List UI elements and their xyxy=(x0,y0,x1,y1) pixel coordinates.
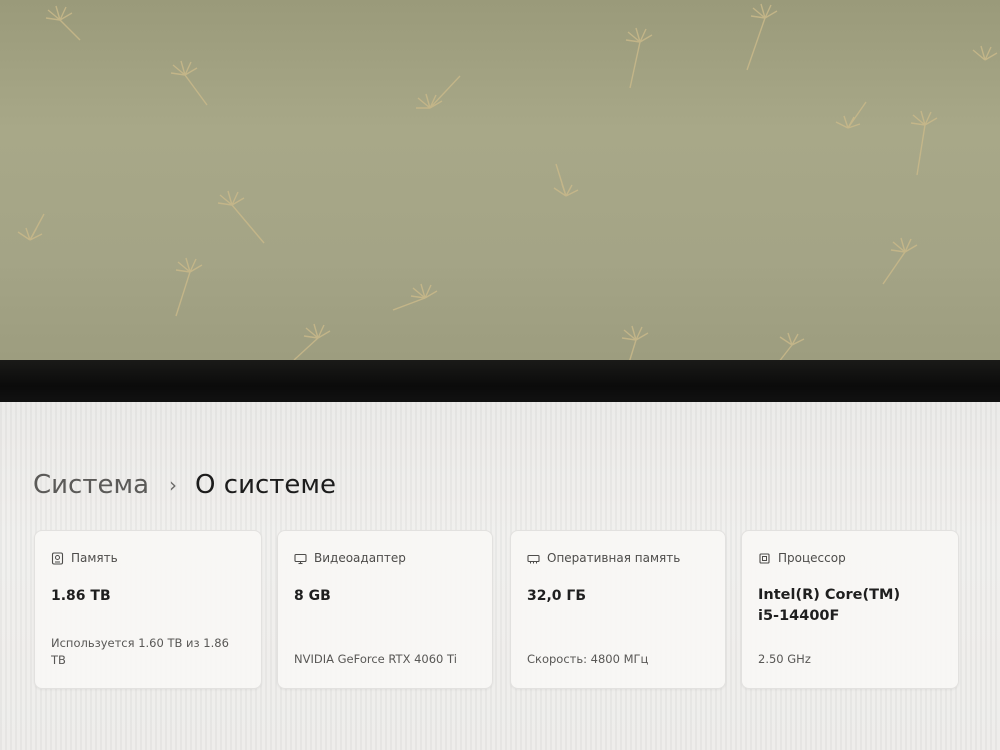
breadcrumb-parent-system[interactable]: Система xyxy=(33,470,149,500)
card-value: 8 GB xyxy=(294,588,331,604)
card-title: Процессор xyxy=(778,551,846,565)
breadcrumb: Система › О системе xyxy=(33,470,336,500)
ram-icon xyxy=(527,552,540,565)
gpu-icon xyxy=(294,552,307,565)
card-value-continued: i5-14400F xyxy=(758,608,840,624)
page-title: О системе xyxy=(195,470,337,500)
card-title: Память xyxy=(71,551,118,565)
card-title: Оперативная память xyxy=(547,551,681,565)
card-detail: 2.50 GHz xyxy=(758,652,811,666)
monitor-bezel xyxy=(0,360,1000,404)
card-header: Видеоадаптер xyxy=(294,551,406,565)
gpu-card[interactable]: Видеоадаптер 8 GB NVIDIA GeForce RTX 406… xyxy=(277,530,493,689)
card-header: Память xyxy=(51,551,118,565)
card-value: 1.86 TB xyxy=(51,588,111,604)
storage-icon xyxy=(51,551,64,565)
dandelion-pattern xyxy=(17,3,998,367)
cpu-card[interactable]: Процессор Intel(R) Core(TM) i5-14400F 2.… xyxy=(741,530,959,689)
card-detail: Скорость: 4800 МГц xyxy=(527,652,649,666)
card-detail: Используется 1.60 TB из 1.86 xyxy=(51,636,229,650)
chevron-right-icon: › xyxy=(169,473,178,497)
card-detail-continued: TB xyxy=(51,653,66,667)
wallpaper-background xyxy=(0,0,1000,372)
card-header: Оперативная память xyxy=(527,551,680,565)
ram-card[interactable]: Оперативная память 32,0 ГБ Скорость: 480… xyxy=(510,530,726,689)
card-value: 32,0 ГБ xyxy=(527,588,587,604)
card-title: Видеоадаптер xyxy=(314,551,406,565)
storage-card[interactable]: Память 1.86 TB Используется 1.60 TB из 1… xyxy=(34,530,262,689)
card-header: Процессор xyxy=(758,551,846,565)
card-value: Intel(R) Core(TM) xyxy=(758,587,901,603)
cpu-icon xyxy=(758,552,771,565)
card-detail: NVIDIA GeForce RTX 4060 Ti xyxy=(294,652,457,666)
settings-screen: Система › О системе Память 1.86 TB Испол… xyxy=(0,402,1000,750)
